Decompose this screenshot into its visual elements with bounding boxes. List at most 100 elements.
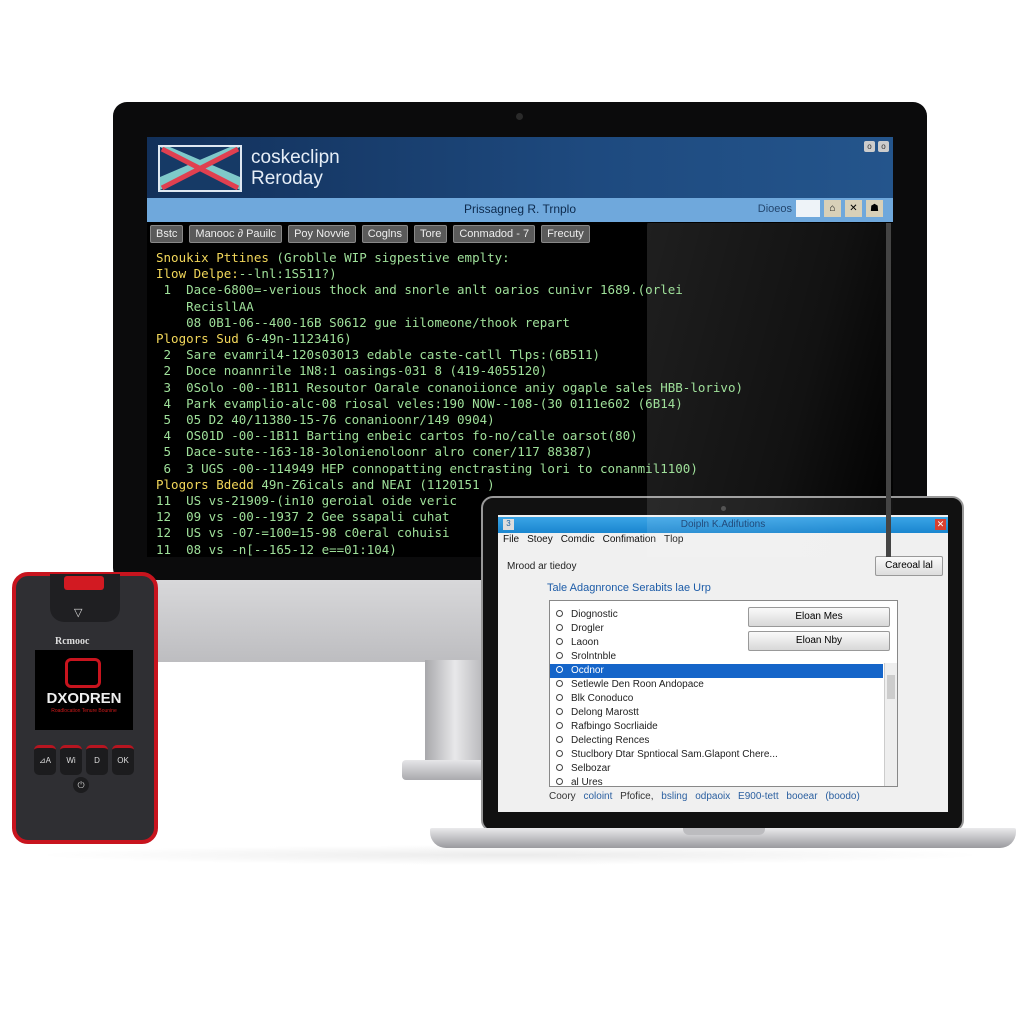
options-list: Eloan Mes Eloan Nby Diognostic Drogler Lao… (549, 600, 898, 787)
device-key[interactable]: D (86, 745, 108, 775)
list-item-label: Stuclbory Dtar Spntiocal Sam.Glapont Che… (571, 749, 778, 760)
toolbar-button[interactable]: Bstc (150, 225, 184, 243)
radio-icon[interactable] (556, 722, 563, 729)
footer-text[interactable]: (boodo) (825, 791, 859, 802)
close-button[interactable]: o (878, 141, 889, 152)
line-detail: (Groblle WIP sigpestive emplty: (268, 250, 510, 265)
search-input[interactable] (796, 200, 820, 217)
terminal-line: 2 Sare evamril4-120s03013 edable caste-c… (156, 347, 743, 363)
action-button[interactable]: Eloan Mes (748, 607, 890, 627)
list-item[interactable]: Drogler (550, 622, 604, 636)
line-detail: 49n-Z6icals and NEAI (1120151 ) (253, 476, 495, 492)
toolbar-button[interactable]: Manooc ∂ Pauilc (189, 225, 283, 243)
toolbar-button[interactable]: Tore (413, 225, 448, 243)
list-item[interactable]: Stuclbory Dtar Spntiocal Sam.Glapont Che… (550, 748, 778, 762)
tool-icon[interactable]: ⌂ (824, 200, 841, 217)
list-item[interactable]: Diognostic (550, 608, 618, 622)
laptop-screen: 3 Doipln K.Adifutions ✕ FileStoeyComdicC… (498, 515, 948, 812)
minimize-button[interactable]: o (864, 141, 875, 152)
list-item-label: Diognostic (571, 609, 618, 620)
floor-shadow (30, 845, 990, 865)
close-button[interactable]: ✕ (935, 519, 946, 530)
monitor-screen: coskeclipn Reroday oo Prissagneg R. Trnpl… (147, 137, 893, 557)
footer-text[interactable]: E900-tett (738, 791, 779, 802)
scroll-thumb[interactable] (887, 675, 895, 699)
list-item-label: al Ures (571, 777, 603, 787)
settings-icon[interactable]: ✕ (845, 200, 862, 217)
list-item-label: Ocdnor (571, 665, 604, 676)
device-key[interactable]: ⊿A (34, 745, 56, 775)
terminal-line: 5 Dace-sute--163-18-3olonienoloonr alro … (156, 444, 743, 460)
toolbar-button[interactable]: Frecuty (541, 225, 590, 243)
line-text: 11 US vs-21909-(in10 geroial oide veric (156, 493, 458, 509)
radio-icon[interactable] (556, 610, 563, 617)
list-item[interactable]: Srolntnble (550, 650, 616, 664)
radio-icon[interactable] (556, 750, 563, 757)
radio-icon[interactable] (556, 736, 563, 743)
line-text: 3 0Solo -00--1B11 Resoutor Oarale conano… (156, 379, 743, 395)
radio-icon[interactable] (556, 680, 563, 687)
toolbar: Bstc Manooc ∂ Pauilc Poy Novvie Coglns Tore C… (150, 225, 590, 243)
list-item[interactable]: Selbozar (550, 762, 610, 776)
radio-icon[interactable] (556, 694, 563, 701)
line-text: 12 09 vs -00--1937 2 Gee ssapali cuhat (156, 509, 450, 525)
device-logo-icon (65, 658, 101, 688)
brand-line: coskeclipn (251, 147, 340, 168)
list-scrollbar[interactable] (884, 663, 897, 786)
device-label: Rcmooc (55, 636, 90, 647)
line-text: 1 Dace-6800=-verious thock and snorle an… (156, 282, 683, 298)
toolbar-button[interactable]: Coglns (361, 225, 408, 243)
line-text: 4 OS01D -00--1B11 Barting enbeic cartos … (156, 428, 638, 444)
radio-icon[interactable] (556, 778, 563, 785)
list-item[interactable]: Blk Conoduco (550, 692, 633, 706)
device-key[interactable]: Wi (60, 745, 82, 775)
sub-header-bar: Prissagneg R. Trnplo Dioeos ⌂ ✕ ☗ (147, 198, 893, 222)
terminal-line: 1 Dace-6800=-verious thock and snorle an… (156, 282, 743, 298)
app-brand: coskeclipn Reroday (251, 147, 340, 189)
footer-text[interactable]: bsling (661, 791, 687, 802)
list-item-label: Setlewle Den Roon Andopace (571, 679, 704, 690)
radio-icon[interactable] (556, 638, 563, 645)
line-text: Snoukix Pttines (156, 250, 269, 265)
device-screen-brand: DXODREN (46, 690, 122, 707)
terminal-line: 3 0Solo -00--1B11 Resoutor Oarale conano… (156, 380, 743, 396)
line-detail: 6-49n-1123416) (238, 331, 352, 347)
footer-text[interactable]: coloint (583, 791, 612, 802)
line-text: Plogors Sud (156, 331, 239, 347)
cancel-button[interactable]: Careoal lal (875, 556, 943, 576)
terminal-line: 12 09 vs -00--1937 2 Gee ssapali cuhat (156, 509, 743, 525)
section-heading: Tale Adagnronce Serabits lae Urp (547, 582, 711, 594)
toolbar-button[interactable]: Conmadod - 7 (453, 225, 536, 243)
toolbar-button[interactable]: Poy Novvie (288, 225, 356, 243)
list-item[interactable]: Laoon (550, 636, 599, 650)
device-screen: DXODREN Roadlocation Tenure Bounine (35, 650, 133, 730)
radio-icon[interactable] (556, 652, 563, 659)
scrollbar[interactable] (886, 223, 891, 557)
terminal-line: 11 08 vs -n[--165-12 e==01:104) (156, 542, 743, 557)
radio-icon[interactable] (556, 666, 563, 673)
list-item[interactable]: Rafbingo Socrliaide (550, 720, 658, 734)
list-item[interactable]: Delong Marostt (550, 706, 639, 720)
line-text: 11 08 vs -n[--165-12 e==01:104) (156, 541, 397, 557)
list-item[interactable]: Delecting Rences (550, 734, 649, 748)
list-item[interactable]: al Ures (550, 776, 603, 787)
user-icon[interactable]: ☗ (866, 200, 883, 217)
list-item-label: Selbozar (571, 763, 611, 774)
search-area: Dioeos ⌂ ✕ ☗ (758, 200, 883, 217)
terminal-line: RecisllAA (156, 299, 743, 315)
device-key[interactable]: OK (112, 745, 134, 775)
terminal-line: 12 US vs -07-=100=15-98 c0eral cohuisi (156, 525, 743, 541)
action-button[interactable]: Eloan Nby (748, 631, 890, 651)
radio-icon[interactable] (556, 764, 563, 771)
list-item[interactable]: Setlewle Den Roon Andopace (550, 678, 704, 692)
footer-text: Coory (549, 791, 576, 802)
line-text: 12 US vs -07-=100=15-98 c0eral cohuisi (156, 525, 450, 541)
app-logo (158, 145, 242, 192)
radio-icon[interactable] (556, 708, 563, 715)
list-item[interactable]: Ocdnor (550, 664, 883, 678)
power-button[interactable]: ⏻ (73, 777, 89, 793)
radio-icon[interactable] (556, 624, 563, 631)
terminal-line: 6 3 UGS -00--114949 HEP connopatting enc… (156, 461, 743, 477)
terminal-line: 08 0B1-06--400-16B S0612 gue iilomeone/t… (156, 315, 743, 331)
brand-line: Reroday (251, 168, 323, 189)
